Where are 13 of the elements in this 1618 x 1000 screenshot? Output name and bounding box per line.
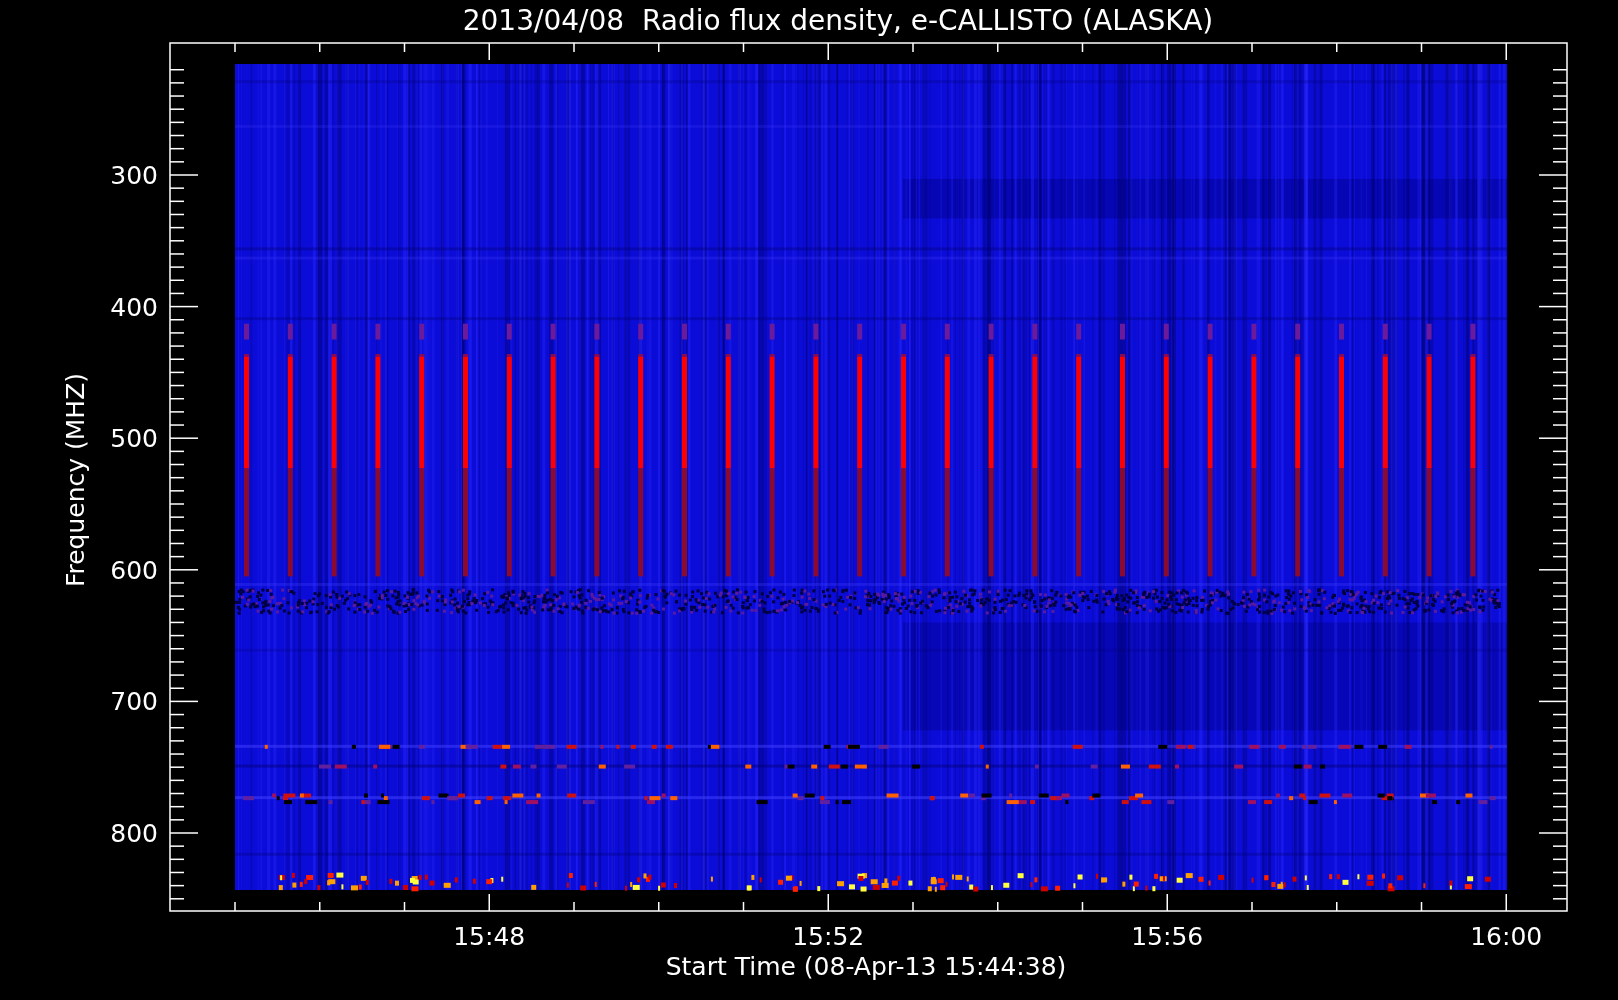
tick-label: 15:52	[792, 922, 865, 951]
axis-label: Start Time (08-Apr-13 15:44:38)	[665, 952, 1067, 981]
tick-label: 15:48	[453, 922, 526, 951]
axis-label: Frequency (MHZ)	[61, 372, 90, 588]
tick-label: 15:56	[1131, 922, 1204, 951]
tick-label: 700	[110, 687, 158, 717]
tick-label: 500	[110, 424, 158, 454]
tick-label: 800	[110, 819, 158, 848]
plot-title: 2013/04/08 Radio flux density, e-CALLISTO (ALASKA)	[462, 4, 1214, 37]
tick-label: 600	[110, 555, 158, 585]
tick-label: 16:00	[1470, 922, 1543, 951]
tick-label: 400	[110, 292, 158, 322]
tick-label: 300	[110, 161, 158, 190]
